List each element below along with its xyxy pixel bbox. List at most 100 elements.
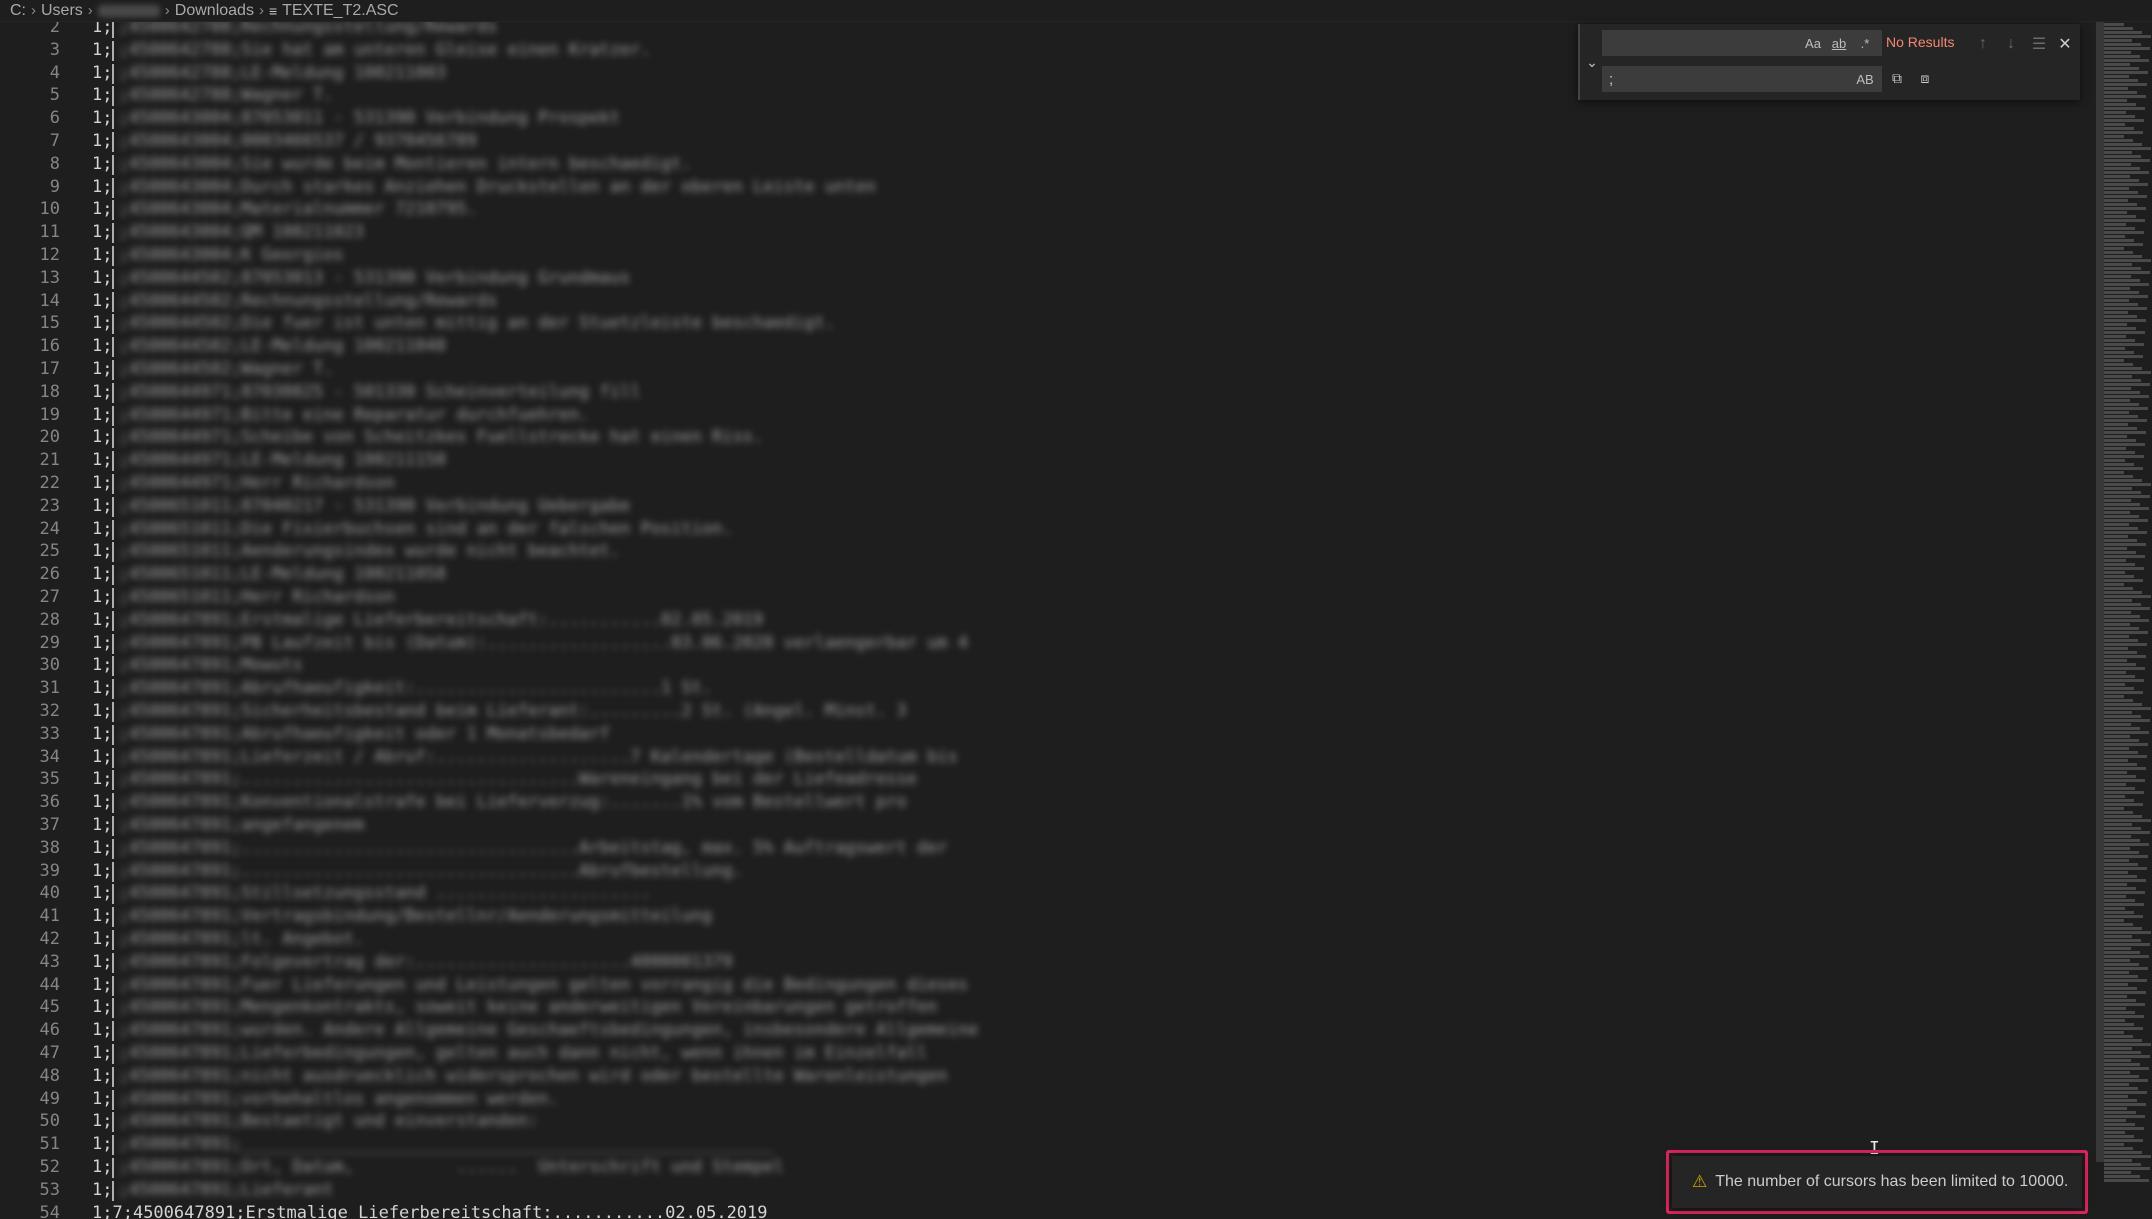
editor-line[interactable]: 9 1; ;4500643004;Durch starkes Anziehen Dr… <box>0 176 876 199</box>
line-content: ;4500644502;Die fuer ist unten mittig an… <box>118 313 835 334</box>
editor-line[interactable]: 47 1; ;4500647891;Lieferbedingungen, gelte… <box>0 1042 927 1065</box>
minimap-line <box>2104 139 2133 142</box>
editor-line[interactable]: 30 1; ;4500647891;Mowuts <box>0 654 303 677</box>
editor-line[interactable]: 37 1; ;4500647891;angefangenem <box>0 814 364 837</box>
editor-line[interactable]: 42 1; ;4500647891;lt. Angebot. <box>0 928 364 951</box>
editor-line[interactable]: 40 1; ;4500647891;Stillsetzungsstand .....… <box>0 882 651 905</box>
editor-line[interactable]: 11 1; ;4500643004;QM 100211023 <box>0 221 364 244</box>
line-number: 9 <box>49 176 60 197</box>
editor-line[interactable]: 34 1; ;4500647891;Lieferzeit / Abruf:.....… <box>0 746 958 769</box>
minimap-line <box>2104 839 2140 842</box>
editor-line[interactable]: 8 1; ;4500643004;Sie wurde beim Montieren … <box>0 153 692 176</box>
editor-line[interactable]: 10 1; ;4500643004;Materialnummer 7210795. <box>0 198 477 221</box>
minimap-line <box>2104 1039 2142 1042</box>
minimap-line <box>2104 1087 2138 1090</box>
multi-cursor <box>112 314 115 335</box>
line-number: 15 <box>39 313 60 334</box>
breadcrumb-downloads[interactable]: Downloads <box>175 2 254 20</box>
editor-line[interactable]: 6 1; ;4500643004;87053011 - 531390 Verbind… <box>0 107 620 130</box>
editor-line[interactable]: 17 1; ;4500644502;Wagner T. <box>0 358 333 381</box>
editor-line[interactable]: 29 1; ;4500647891;PB Laufzeit bis (Datum):… <box>0 632 968 655</box>
editor-line[interactable]: 7 1; ;4500643004;0003466537 / 9370456789 <box>0 130 477 153</box>
editor-line[interactable]: 36 1; ;4500647891;Konventionalstrafe bei L… <box>0 791 907 814</box>
editor-line[interactable]: 22 1; ;4500644971;Herr Richardson <box>0 472 395 495</box>
minimap-line <box>2104 591 2142 594</box>
editor-line[interactable]: 53 1; ;4500647891;Lieferant <box>0 1179 333 1202</box>
editor-line[interactable]: 39 1; ;4500647891;........................… <box>0 860 743 883</box>
editor-line[interactable]: 3 1; ;4500642788;Sie hat am unteren Gleise… <box>0 39 651 62</box>
replace-input[interactable] <box>1602 66 1882 92</box>
breadcrumb-username[interactable]: username <box>97 4 160 17</box>
match-case-icon[interactable]: Aa <box>1803 33 1823 53</box>
editor-line[interactable]: 21 1; ;4500644971;LE-Meldung 100211150 <box>0 449 446 472</box>
editor-line[interactable]: 49 1; ;4500647891;vorbehaltlos angenommen … <box>0 1088 559 1111</box>
editor-line[interactable]: 32 1; ;4500647891;Sicherheitsbestand beim … <box>0 700 907 723</box>
editor-line[interactable]: 4 1; ;4500642788;LE-Meldung 100211003 <box>0 62 446 85</box>
editor-line[interactable]: 33 1; ;4500647891;Abrufhaeufigkeit oder 1 … <box>0 723 610 746</box>
minimap-line <box>2104 391 2140 394</box>
editor-line[interactable]: 18 1; ;4500644971;87030025 - 501330 Schein… <box>0 381 640 404</box>
editor-line[interactable]: 48 1; ;4500647891;nicht ausdruecklich wide… <box>0 1065 948 1088</box>
editor-line[interactable]: 2 1; ;4500642788;Rechnungsstellung/Rewards <box>0 22 497 39</box>
close-icon[interactable]: ✕ <box>2054 33 2076 55</box>
notification-toast[interactable]: ⚠ The number of cursors has been limited… <box>1672 1156 2082 1208</box>
minimap-line <box>2104 1115 2145 1118</box>
editor-line[interactable]: 31 1; ;4500647891;Abrufhaeufigkeit:.......… <box>0 677 712 700</box>
editor-line[interactable]: 45 1; ;4500647891;Mengenkontrakts, soweit … <box>0 996 937 1019</box>
editor-line[interactable]: 43 1; ;4500647891;Folgevertrag der:.......… <box>0 951 733 974</box>
minimap-line <box>2104 227 2135 230</box>
editor-line[interactable]: 28 1; ;4500647891;Erstmalige Lieferbereits… <box>0 609 763 632</box>
editor-line[interactable]: 16 1; ;4500644502;LE-Meldung 100211048 <box>0 335 446 358</box>
minimap-line <box>2104 499 2131 502</box>
vertical-scrollbar[interactable] <box>2096 22 2104 1219</box>
editor-line[interactable]: 41 1; ;4500647891;Vertragsbindung/Bestelln… <box>0 905 712 928</box>
arrow-down-icon[interactable]: ↓ <box>2000 33 2022 55</box>
editor-line[interactable]: 46 1; ;4500647891;wurden. Andere Allgemein… <box>0 1019 978 1042</box>
minimap-line <box>2104 727 2140 730</box>
editor-line[interactable]: 12 1; ;4500643004;K Georgios <box>0 244 344 267</box>
editor-line[interactable]: 52 1; ;4500647891;Ort, Datum, ...... Unter… <box>0 1156 784 1179</box>
line-content: ;4500647891;Mengenkontrakts, soweit kein… <box>118 997 938 1018</box>
whole-word-icon[interactable]: ab <box>1829 33 1849 53</box>
editor-line[interactable]: 38 1; ;4500647891;........................… <box>0 837 948 860</box>
editor-line[interactable]: 50 1; ;4500647891;Bestaetigt und einversta… <box>0 1110 538 1133</box>
minimap-line <box>2104 915 2143 918</box>
editor-line[interactable]: 24 1; ;4500651011;Die Fixierbuchsen sind a… <box>0 518 733 541</box>
replace-all-icon[interactable]: ⧈ <box>1914 67 1936 89</box>
editor-line[interactable]: 35 1; ;4500647891;........................… <box>0 768 917 791</box>
minimap-line <box>2104 659 2127 662</box>
find-in-selection-icon[interactable]: ☰ <box>2028 33 2050 55</box>
minimap[interactable] <box>2104 22 2152 1219</box>
minimap-line <box>2104 571 2125 574</box>
editor-line[interactable]: 25 1; ;4500651011;Aenderungsindex wurde ni… <box>0 540 620 563</box>
chevron-down-icon[interactable]: ⌄ <box>1584 54 1600 70</box>
editor-line[interactable]: 54 1; 7;4500647891;Erstmalige Lieferbereit… <box>0 1202 768 1219</box>
line-prefix: 1; <box>92 1202 113 1219</box>
editor-line[interactable]: 26 1; ;4500651011;LE-Meldung 100211058 <box>0 563 446 586</box>
editor-line[interactable]: 20 1; ;4500644971;Scheibe von Scheitzkes F… <box>0 426 763 449</box>
editor-line[interactable]: 14 1; ;4500644502;Rechnungsstellung/Reward… <box>0 290 497 313</box>
minimap-line <box>2104 611 2131 614</box>
editor-line[interactable]: 19 1; ;4500644971;Bitte eine Reparatur dur… <box>0 404 589 427</box>
regex-icon[interactable]: .* <box>1855 33 1875 53</box>
editor-line[interactable]: 51 1; ;4500647891;________________________… <box>0 1133 774 1156</box>
editor-line[interactable]: 44 1; ;4500647891;Fuer Lieferungen und Lei… <box>0 974 968 997</box>
editor-line[interactable]: 13 1; ;4500644502;87053013 - 531390 Verbin… <box>0 267 630 290</box>
minimap-line <box>2104 263 2132 266</box>
breadcrumb-users[interactable]: Users <box>41 2 83 20</box>
editor-line[interactable]: 5 1; ;4500642788;Wagner T. <box>0 84 333 107</box>
editor-line[interactable]: 15 1; ;4500644502;Die fuer ist unten mitti… <box>0 312 835 335</box>
minimap-line <box>2104 619 2149 622</box>
breadcrumb-file[interactable]: ≡ TEXTE_T2.ASC <box>269 2 399 20</box>
minimap-line <box>2104 1099 2137 1102</box>
replace-icon[interactable]: ⧉ <box>1886 67 1908 89</box>
minimap-line <box>2104 115 2135 118</box>
editor-line[interactable]: 27 1; ;4500651011;Herr Richardson <box>0 586 395 609</box>
breadcrumb-drive[interactable]: C: <box>10 2 26 20</box>
preserve-case-icon[interactable]: AB <box>1855 69 1875 89</box>
editor-line[interactable]: 23 1; ;4500651011;87040217 - 531390 Verbin… <box>0 495 630 518</box>
scrollbar-thumb[interactable] <box>2096 22 2104 1162</box>
line-content: ;4500647891;Mowuts <box>118 655 303 676</box>
arrow-up-icon[interactable]: ↑ <box>1972 33 1994 55</box>
editor-text-area[interactable]: 2 1; ;4500642788;Rechnungsstellung/Rewards… <box>0 22 2096 1219</box>
